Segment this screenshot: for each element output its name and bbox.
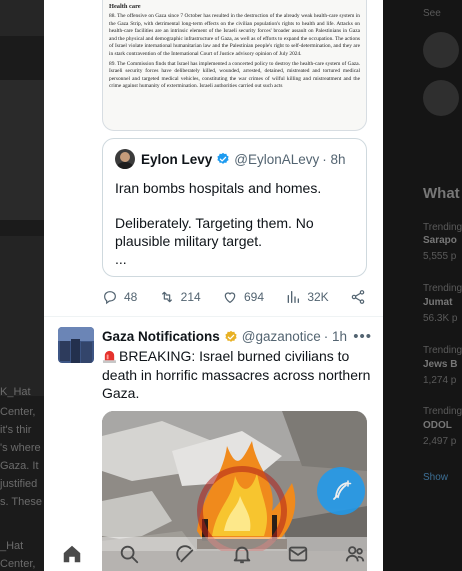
background-avatar	[423, 80, 459, 116]
document-image[interactable]: Health care 88. The offensive on Gaza si…	[102, 0, 367, 131]
avatar-figure	[81, 342, 92, 363]
reply-button[interactable]: 48	[102, 289, 137, 305]
quoted-tweet-body: Iran bombs hospitals and homes. Delibera…	[115, 179, 354, 268]
document-paragraph-88: 88. The offensive on Gaza since 7 Octobe…	[109, 13, 360, 57]
quoted-author-name[interactable]: Eylon Levy	[141, 152, 212, 167]
avatar[interactable]	[115, 149, 135, 169]
background-text-line: K_Hat	[0, 386, 31, 398]
tweet-action-bar: 48 214 694 32K	[102, 287, 372, 307]
trend-category: Trending	[423, 283, 462, 294]
author-name[interactable]: Gaza Notifications	[102, 329, 220, 344]
background-text-line: Center,	[0, 406, 36, 418]
speech-bubble-icon	[104, 291, 116, 305]
background-image-block	[0, 236, 44, 396]
views-button[interactable]: 32K	[285, 289, 329, 305]
trend-count: 1,274 p	[423, 375, 457, 386]
repost-arrows-icon	[161, 291, 172, 303]
trend-category: Trending	[423, 406, 462, 417]
background-text-line: 's where	[0, 442, 41, 454]
trend-topic: ODOL	[423, 420, 452, 431]
trend-topic: Sarapo	[423, 235, 457, 246]
trend-count: 56.3K p	[423, 313, 458, 324]
quoted-tweet-line: Deliberately. Targeting them. No plausib…	[115, 215, 314, 249]
verified-badge-icon	[217, 152, 229, 164]
background-text-line: Center,	[0, 558, 36, 570]
background-text-line: it's thir	[0, 424, 32, 436]
tweet-text: BREAKING: Israel burned civilians to dea…	[102, 347, 372, 403]
trend-category: Trending	[423, 222, 462, 233]
trend-topic: Jumat	[423, 297, 453, 308]
share-button[interactable]	[350, 289, 372, 305]
trend-category: Trending	[423, 345, 462, 356]
repost-button[interactable]: 214	[159, 289, 201, 305]
more-options-button[interactable]: •••	[353, 328, 372, 345]
author-handle[interactable]: @gazanotice	[242, 329, 321, 344]
bottom-navigation	[44, 537, 383, 571]
quoted-tweet-header: Eylon Levy @EylonALevy · 8h	[115, 149, 354, 169]
background-text-line: _Hat	[0, 540, 24, 552]
heart-icon	[224, 292, 236, 304]
repost-count: 214	[180, 290, 201, 304]
background-header-block	[0, 0, 44, 36]
quoted-tweet-time: · 8h	[322, 151, 346, 167]
share-icon	[351, 290, 365, 304]
people-icon[interactable]	[344, 543, 366, 565]
document-heading: Health care	[109, 3, 141, 10]
avatar[interactable]	[58, 327, 94, 363]
background-text-line: s. These	[0, 496, 42, 508]
like-count: 694	[243, 290, 265, 304]
background-whats-happening-heading: What	[423, 185, 460, 202]
avatar-figure	[60, 341, 70, 361]
tweet-header: Gaza Notifications @gazanotice · 1h •••	[102, 328, 372, 345]
like-button[interactable]: 694	[222, 289, 264, 305]
bar-chart-icon	[287, 291, 300, 303]
tweet-text-content: BREAKING: Israel burned civilians to dea…	[102, 348, 371, 401]
background-see-label: See	[423, 8, 441, 19]
quoted-tweet-line: Iran bombs hospitals and homes.	[115, 180, 322, 196]
background-left-column: Center, it's thir 's where Gaza. It just…	[0, 0, 44, 571]
background-show-more-link: Show	[423, 472, 449, 483]
reply-count: 48	[124, 290, 138, 304]
background-avatar	[423, 32, 459, 68]
feather-plus-icon	[333, 480, 352, 500]
search-icon[interactable]	[118, 543, 140, 565]
background-text-line: Gaza. It	[0, 460, 39, 472]
home-icon[interactable]	[61, 543, 83, 565]
quoted-author-handle[interactable]: @EylonALevy	[234, 152, 319, 167]
mail-icon[interactable]	[287, 543, 309, 565]
grok-icon[interactable]	[174, 543, 196, 565]
document-paragraph-89: 89. The Commission finds that Israel has…	[109, 60, 360, 90]
trend-count: 5,555 p	[423, 251, 457, 262]
bell-icon[interactable]	[231, 543, 253, 565]
tweet-divider	[44, 316, 383, 317]
background-right-column: See What Trending Sarapo 5,555 p Trendin…	[383, 0, 462, 571]
siren-emoji-icon	[102, 350, 117, 363]
timeline-column: Health care 88. The offensive on Gaza si…	[44, 0, 383, 571]
avatar-figure	[71, 339, 80, 363]
background-image-block	[0, 80, 44, 220]
tweet-time: · 1h	[323, 329, 348, 344]
views-count: 32K	[307, 290, 329, 304]
trend-count: 2,497 p	[423, 436, 457, 447]
background-text-line: justified	[0, 478, 38, 490]
quoted-tweet-line: ...	[115, 251, 127, 267]
quoted-tweet-card[interactable]: Eylon Levy @EylonALevy · 8h Iran bombs h…	[102, 138, 367, 277]
gold-verified-badge-icon	[225, 330, 237, 342]
trend-topic: Jews B	[423, 359, 458, 370]
compose-button[interactable]	[317, 467, 365, 515]
